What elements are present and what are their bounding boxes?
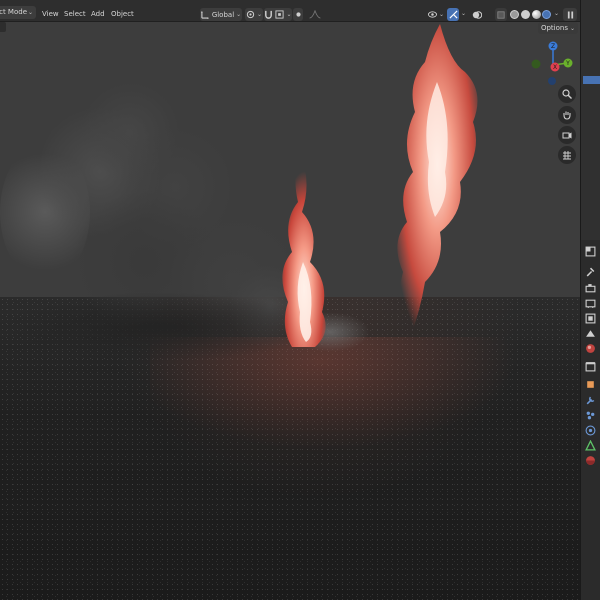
properties-tab-strip — [580, 0, 600, 600]
orthographic-toggle[interactable] — [558, 146, 576, 164]
navigation-gizmo[interactable]: Z Y X — [526, 38, 578, 90]
wireframe-shading-icon[interactable] — [510, 10, 519, 19]
object-mode-label: ect Mode — [0, 8, 27, 16]
chevron-down-icon: ⌄ — [438, 11, 444, 18]
gizmo-neg-y-axis[interactable] — [531, 59, 541, 69]
gizmo-neg-z-axis[interactable] — [548, 77, 556, 85]
gizmo-z-label: Z — [551, 43, 555, 50]
gizmo-toggle-icon — [448, 10, 458, 19]
options-label: Options — [540, 24, 568, 32]
pivot-point-icon — [246, 10, 255, 19]
scene-properties-icon[interactable] — [585, 328, 596, 339]
transform-orientation-dropdown[interactable]: Global ⌄ — [200, 8, 242, 21]
gizmo-x-label: X — [553, 64, 557, 71]
chevron-down-icon: ⌄ — [27, 9, 33, 16]
zoom-tool[interactable] — [558, 85, 576, 103]
snap-toggle[interactable]: ⌄ — [264, 8, 292, 21]
pan-tool[interactable] — [558, 106, 576, 124]
xray-toggle[interactable] — [495, 8, 507, 21]
3d-viewport[interactable]: Options ⌄ Z Y X — [0, 22, 580, 600]
rendered-shading-icon[interactable] — [542, 10, 551, 19]
proportional-editing-toggle[interactable] — [293, 8, 303, 21]
proportional-editing-icon — [295, 12, 301, 17]
outliner-edge — [581, 0, 600, 240]
menu-view[interactable]: View — [42, 10, 59, 18]
viewport-header: ect Mode ⌄ View Select Add Object Global… — [0, 0, 580, 22]
solid-shading-icon[interactable] — [521, 10, 530, 19]
falloff-curve-icon — [309, 10, 321, 19]
editor-type-icon[interactable] — [585, 246, 596, 257]
world-properties-icon[interactable] — [585, 343, 596, 354]
gizmo-y-label: Y — [565, 60, 570, 67]
object-mode-dropdown[interactable]: ect Mode ⌄ — [0, 6, 36, 19]
physics-properties-icon[interactable] — [585, 425, 596, 436]
chevron-down-icon: ⌄ — [286, 11, 292, 18]
chevron-down-icon: ⌄ — [236, 11, 242, 18]
object-properties-icon[interactable] — [585, 379, 596, 390]
camera-view-tool[interactable] — [558, 126, 576, 144]
pan-hand-icon — [563, 111, 571, 120]
transform-orientation-icon — [200, 10, 209, 19]
particle-properties-icon[interactable] — [585, 410, 596, 421]
fire-simulation-small — [282, 152, 326, 347]
transform-orientation-label: Global — [211, 10, 235, 19]
output-properties-icon[interactable] — [585, 298, 596, 309]
material-properties-icon[interactable] — [585, 455, 596, 466]
gizmo-toggle[interactable] — [447, 8, 459, 21]
outliner-selected-row[interactable] — [583, 76, 600, 84]
render-properties-icon[interactable] — [585, 283, 596, 294]
menu-select[interactable]: Select — [64, 10, 86, 18]
snap-icon — [265, 10, 273, 19]
chevron-down-icon[interactable]: ⌄ — [554, 10, 559, 17]
pause-render-button[interactable] — [563, 8, 577, 21]
modifier-properties-icon[interactable] — [585, 395, 596, 406]
pause-icon — [567, 11, 573, 18]
orthographic-grid-icon — [563, 151, 571, 160]
chevron-down-icon: ⌄ — [256, 11, 263, 18]
object-visibility-dropdown[interactable]: ⌄ — [428, 8, 444, 21]
chevron-down-icon: ⌄ — [569, 24, 576, 32]
collection-properties-icon[interactable] — [585, 361, 596, 372]
snap-target-icon — [275, 10, 285, 19]
menu-add[interactable]: Add — [91, 10, 105, 18]
overlay-toggle[interactable] — [470, 8, 484, 21]
fire-simulation-tall — [397, 24, 478, 337]
zoom-icon — [562, 89, 572, 99]
toolbar-collapse-tab[interactable] — [0, 22, 6, 32]
proportional-falloff-dropdown[interactable] — [307, 8, 323, 21]
object-visibility-icon — [428, 11, 437, 18]
overlay-icon — [472, 10, 482, 19]
menu-object[interactable]: Object — [111, 10, 134, 18]
xray-toggle-icon — [497, 10, 505, 19]
camera-view-icon — [562, 132, 572, 139]
pivot-point-dropdown[interactable]: ⌄ — [245, 8, 263, 21]
chevron-down-icon[interactable]: ⌄ — [461, 10, 466, 17]
material-preview-icon[interactable] — [532, 10, 541, 19]
object-data-properties-icon[interactable] — [585, 440, 596, 451]
options-dropdown[interactable]: Options ⌄ — [538, 22, 578, 34]
tool-properties-icon[interactable] — [585, 266, 596, 277]
view-layer-properties-icon[interactable] — [585, 313, 596, 324]
